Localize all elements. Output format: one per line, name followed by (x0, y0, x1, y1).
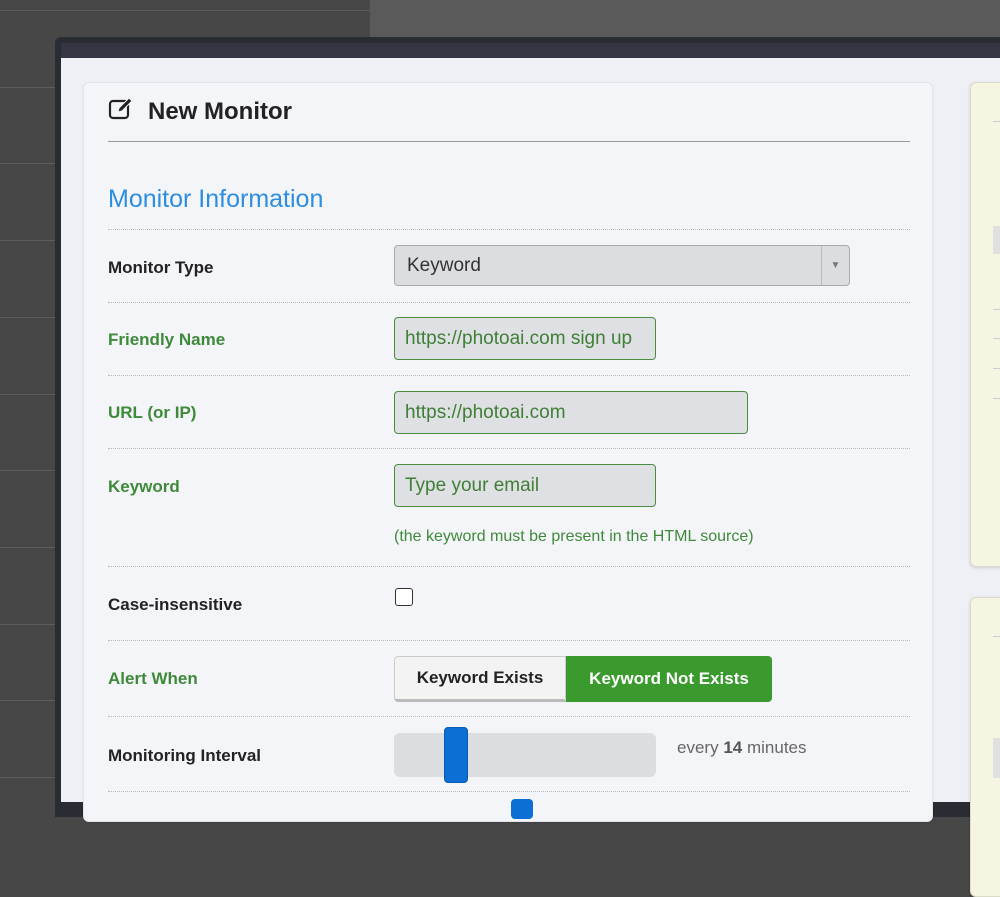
new-monitor-card: New Monitor Monitor Information Monitor … (83, 82, 933, 822)
section-title: Monitor Information (108, 185, 324, 213)
url-input[interactable]: https://photoai.com (394, 391, 748, 434)
interval-suffix: minutes (746, 738, 807, 757)
alert-when-label: Alert When (108, 669, 198, 688)
title-bar (61, 43, 1000, 58)
background-window (370, 0, 1000, 40)
case-insensitive-checkbox[interactable] (395, 588, 413, 606)
interval-prefix: every (677, 738, 719, 757)
url-label: URL (or IP) (108, 403, 197, 422)
case-insensitive-label: Case-insensitive (108, 595, 243, 614)
monitoring-interval-label: Monitoring Interval (108, 746, 261, 765)
keyword-not-exists-button[interactable]: Keyword Not Exists (566, 656, 772, 702)
keyword-exists-button[interactable]: Keyword Exists (394, 656, 566, 702)
monitor-type-select[interactable]: Keyword ▼ (394, 245, 850, 286)
page-title: New Monitor (148, 97, 292, 125)
slider-thumb[interactable] (443, 727, 468, 783)
monitor-type-label: Monitor Type (108, 258, 214, 277)
keyword-hint: (the keyword must be present in the HTML… (394, 528, 754, 545)
side-panel-2 (970, 597, 1000, 897)
keyword-input[interactable]: Type your email (394, 464, 656, 507)
interval-slider[interactable] (394, 727, 656, 783)
chevron-down-icon: ▼ (821, 246, 849, 285)
content-area: New Monitor Monitor Information Monitor … (61, 58, 1000, 897)
monitor-type-value: Keyword (407, 254, 481, 276)
keyword-label: Keyword (108, 477, 180, 496)
friendly-name-input[interactable]: https://photoai.com sign up (394, 317, 656, 360)
interval-text: every 14 minutes (677, 738, 807, 758)
edit-icon (108, 97, 136, 126)
interval-value: 14 (723, 738, 743, 757)
friendly-name-label: Friendly Name (108, 330, 226, 349)
slider-thumb-2[interactable] (511, 799, 533, 819)
side-panel-1 (970, 82, 1000, 567)
